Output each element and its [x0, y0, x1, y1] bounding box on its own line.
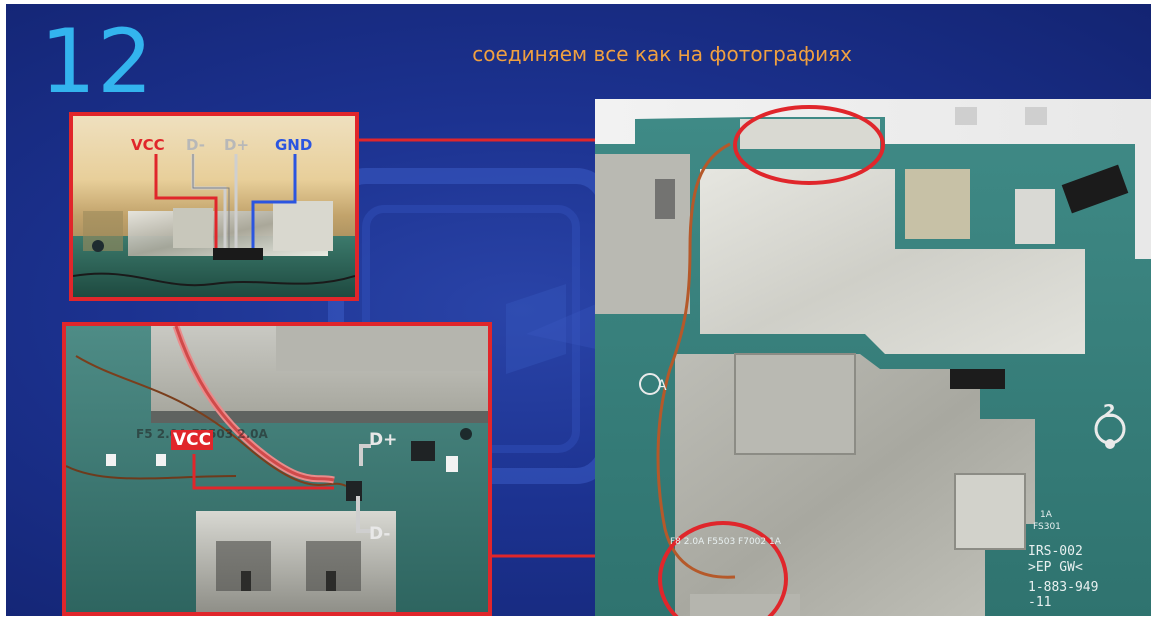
board-text-1a: 1A [1040, 510, 1053, 520]
board-text-rev: -11 [1028, 595, 1051, 610]
board-text-irs: IRS-002 [1028, 544, 1083, 559]
board-mark-a: A [657, 378, 667, 394]
board-text-fs301: FS301 [1033, 522, 1061, 532]
board-text-epgw: >EP GW< [1028, 560, 1083, 575]
board-photo-drawing: 1A FS301 IRS-002 >EP GW< 1-883-949 -11 A… [595, 99, 1151, 616]
board-lower-text: F8 2.0A F5503 F7002 1A [670, 537, 782, 547]
board-text-partno: 1-883-949 [1028, 580, 1098, 595]
board-photo: 1A FS301 IRS-002 >EP GW< 1-883-949 -11 A… [595, 99, 1151, 616]
slide-background: 12 соединяем все как на фотографиях VCC … [6, 4, 1151, 616]
board-mark-2: 2 [1103, 401, 1116, 422]
